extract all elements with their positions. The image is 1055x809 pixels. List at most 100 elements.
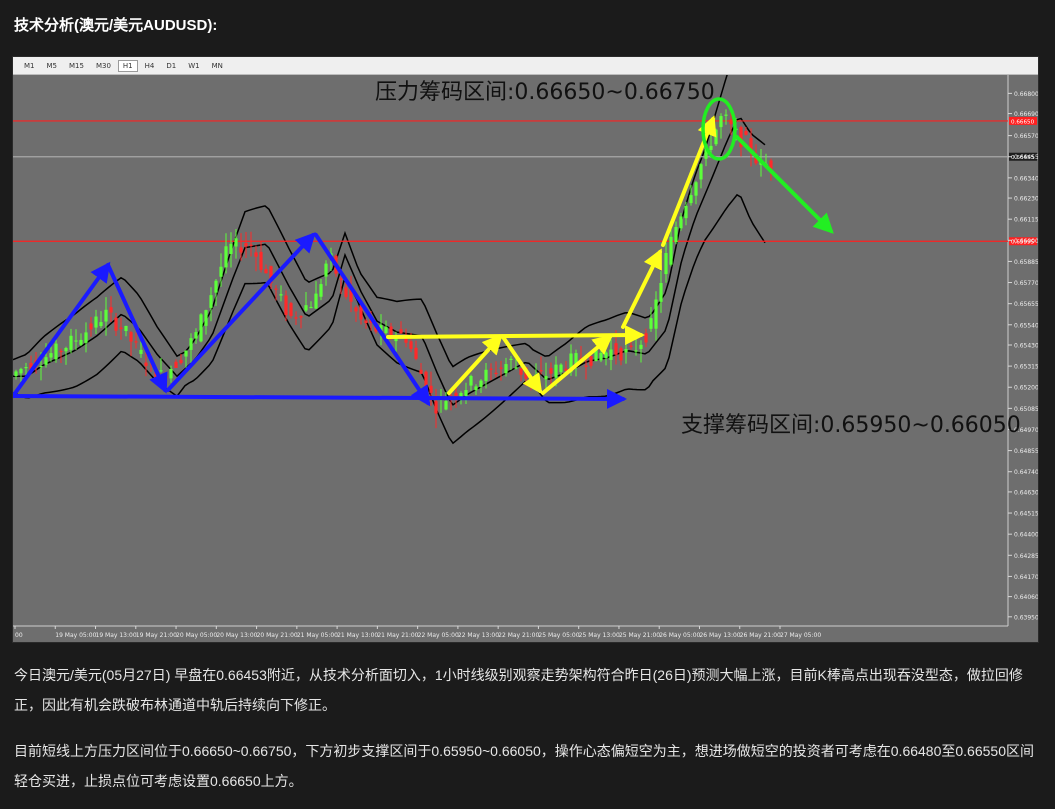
candle-body [194, 332, 198, 339]
y-tick-label: 0.66340 [1014, 175, 1038, 182]
y-tick-label: 0.66000 [1014, 238, 1038, 245]
resistance-zone-annotation: 压力筹码区间:0.66650~0.66750 [375, 80, 715, 105]
y-tick-label: 0.65430 [1014, 342, 1038, 349]
candle-body [509, 358, 513, 360]
candle-body [539, 370, 543, 372]
candle-body [514, 367, 518, 369]
candle-body [239, 247, 243, 253]
candle-body [59, 350, 63, 353]
candle-body [684, 205, 688, 219]
candle-body [169, 368, 173, 379]
candle-body [499, 367, 503, 369]
y-tick-label: 0.64400 [1014, 532, 1038, 539]
candle-body [429, 385, 433, 393]
x-tick-label: 22 May 13:00 [458, 632, 499, 639]
candle-body [664, 253, 668, 275]
candle-body [274, 288, 278, 290]
y-tick-label: 0.64630 [1014, 489, 1038, 496]
x-tick-label: 20 May 21:00 [257, 632, 298, 639]
candle-body [19, 368, 23, 374]
candle-body [559, 364, 563, 373]
candle-body [234, 238, 238, 247]
candle-body [14, 371, 18, 377]
candle-body [259, 251, 263, 270]
candle-body [174, 361, 178, 368]
candle-body [729, 119, 733, 125]
candle-body [414, 347, 418, 359]
candle-body [54, 343, 58, 360]
candle-body [409, 341, 413, 349]
candle-body [294, 317, 298, 319]
candle-body [654, 299, 658, 329]
y-tick-label: 0.64285 [1014, 553, 1038, 560]
candle-body [544, 376, 548, 380]
candle-body [489, 368, 493, 370]
y-tick-label: 0.64740 [1014, 469, 1038, 476]
timeframe-h1-button[interactable]: H1 [117, 59, 138, 72]
candle-body [724, 114, 728, 116]
x-tick-label: 21 May 13:00 [337, 632, 378, 639]
y-tick-label: 0.65885 [1014, 259, 1038, 266]
candle-body [69, 335, 73, 350]
candle-body [229, 243, 233, 255]
y-tick-label: 0.65200 [1014, 385, 1038, 392]
timeframe-m30-button[interactable]: M30 [91, 60, 116, 72]
y-tick-label: 0.63950 [1014, 614, 1038, 621]
candle-body [39, 365, 43, 368]
candle-body [634, 350, 638, 352]
candle-body [434, 401, 438, 414]
candle-body [219, 266, 223, 277]
candle-body [314, 293, 318, 309]
candle-body [384, 326, 388, 334]
candle-body [604, 352, 608, 359]
candle-body [134, 341, 138, 343]
timeframe-m15-button[interactable]: M15 [64, 60, 89, 72]
timeframe-h4-button[interactable]: H4 [140, 60, 160, 72]
candle-body [179, 359, 183, 364]
candle-body [354, 307, 358, 312]
candle-body [344, 287, 348, 297]
timeframe-mn-button[interactable]: MN [207, 60, 228, 72]
y-tick-label: 0.64855 [1014, 448, 1038, 455]
candle-body [624, 349, 628, 353]
candle-body [619, 348, 623, 361]
y-tick-label: 0.64060 [1014, 594, 1038, 601]
candle-body [264, 269, 268, 274]
x-tick-label: 19 May 21:00 [136, 632, 177, 639]
candle-body [629, 345, 633, 348]
x-tick-label: 19 May 05:00 [55, 632, 96, 639]
x-tick-label: 26 May 05:00 [659, 632, 700, 639]
candle-body [79, 339, 83, 345]
candle-body [139, 349, 143, 354]
y-tick-label: 0.66115 [1014, 217, 1038, 224]
candle-body [444, 401, 448, 410]
candle-body [249, 244, 253, 246]
candle-body [49, 353, 53, 358]
y-tick-label: 0.64515 [1014, 511, 1038, 518]
candle-body [589, 356, 593, 366]
timeframe-w1-button[interactable]: W1 [183, 60, 204, 72]
candle-body [164, 375, 168, 379]
candle-body [244, 243, 248, 247]
x-tick-label: 22 May 05:00 [418, 632, 459, 639]
candle-body [474, 386, 478, 391]
y-tick-label: 0.66690 [1014, 111, 1038, 118]
candle-body [599, 352, 603, 361]
candle-body [189, 338, 193, 350]
x-tick-label: 21 May 21:00 [377, 632, 418, 639]
timeframe-m1-button[interactable]: M1 [19, 60, 40, 72]
candle-body [159, 370, 163, 372]
timeframe-d1-button[interactable]: D1 [161, 60, 181, 72]
y-tick-label: 0.65540 [1014, 322, 1038, 329]
timeframe-m5-button[interactable]: M5 [42, 60, 63, 72]
x-tick-label: 27 May 05:00 [780, 632, 821, 639]
y-tick-label: 0.65655 [1014, 301, 1038, 308]
candle-body [119, 327, 123, 329]
candle-body [484, 369, 488, 381]
x-tick-label: 19 May 13:00 [96, 632, 137, 639]
candle-body [399, 329, 403, 334]
y-tick-label: 0.66800 [1014, 91, 1038, 98]
candle-body [64, 347, 68, 352]
resistance-level-price-label: 0.66650 [1011, 119, 1035, 125]
candle-body [144, 362, 148, 366]
